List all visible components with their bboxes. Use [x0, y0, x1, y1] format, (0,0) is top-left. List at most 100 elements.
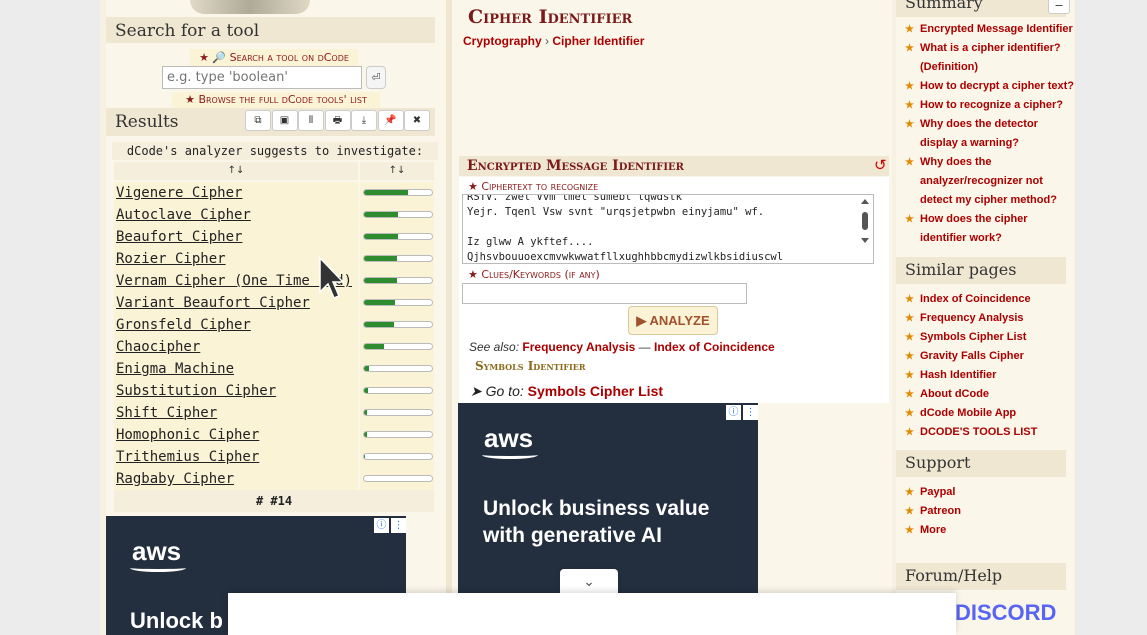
result-row: Chaocipher — [114, 336, 434, 358]
see-also-frequency-analysis[interactable]: Frequency Analysis — [522, 340, 635, 354]
similar-heading: Similar pages — [896, 257, 1066, 284]
support-item[interactable]: Patreon — [905, 502, 1075, 521]
summary-item[interactable]: How to decrypt a cipher text? — [905, 77, 1075, 96]
result-link[interactable]: Gronsfeld Cipher — [114, 314, 358, 336]
discord-logo[interactable]: DISCORD — [955, 600, 1056, 626]
result-row: Gronsfeld Cipher — [114, 314, 434, 336]
result-link[interactable]: Substitution Cipher — [114, 380, 358, 402]
emi-heading: Encrypted Message Identifier — [459, 156, 889, 176]
summary-item[interactable]: Encrypted Message Identifier — [905, 20, 1075, 39]
score-bar — [363, 365, 433, 372]
result-score — [360, 358, 434, 380]
result-score — [360, 468, 434, 490]
score-bar — [363, 475, 433, 482]
keywords-input[interactable] — [462, 283, 747, 304]
browse-tools-link[interactable]: ★ Browse the full dCode tools' list — [172, 92, 380, 108]
reset-icon[interactable]: ↺ — [874, 156, 887, 174]
result-score — [360, 248, 434, 270]
ad-menu-icon[interactable]: ⋮ — [743, 405, 758, 420]
score-bar — [363, 431, 433, 438]
summary-item[interactable]: Why does the detector display a warning? — [905, 115, 1075, 153]
score-bar — [363, 409, 433, 416]
pin-button[interactable]: 📌 — [377, 110, 404, 131]
score-bar-fill — [364, 190, 408, 195]
similar-item[interactable]: DCODE'S TOOLS LIST — [905, 423, 1075, 442]
similar-item[interactable]: Hash Identifier — [905, 366, 1075, 385]
result-score — [360, 182, 434, 204]
ad-info-icon[interactable]: ⓘ — [726, 405, 741, 420]
result-score — [360, 314, 434, 336]
score-bar-fill — [364, 432, 368, 437]
result-link[interactable]: Enigma Machine — [114, 358, 358, 380]
sort-name-header[interactable]: ↑↓ — [114, 162, 358, 180]
similar-item[interactable]: Symbols Cipher List — [905, 328, 1075, 347]
similar-item[interactable]: Frequency Analysis — [905, 309, 1075, 328]
summary-item[interactable]: How to recognize a cipher? — [905, 96, 1075, 115]
result-row: Homophonic Cipher — [114, 424, 434, 446]
download-button[interactable]: ⤓ — [351, 110, 377, 131]
columns-button[interactable]: ⫴ — [298, 110, 324, 131]
summary-item[interactable]: Why does the analyzer/recognizer not det… — [905, 153, 1075, 210]
result-score — [360, 336, 434, 358]
result-link[interactable]: Beaufort Cipher — [114, 226, 358, 248]
ciphertext-line: Yejr. Tqenl Vsw svnt "urqsjetpwbn einyja… — [467, 206, 765, 218]
result-link[interactable]: Autoclave Cipher — [114, 204, 358, 226]
breadcrumb: Cryptography › Cipher Identifier — [463, 34, 644, 48]
close-button[interactable]: ✖ — [404, 110, 430, 131]
support-item[interactable]: More — [905, 521, 1075, 540]
search-submit-button[interactable]: ⏎ — [366, 66, 386, 89]
analyze-button[interactable]: ▶ ANALYZE — [628, 306, 718, 335]
aws-logo: aws — [484, 423, 534, 453]
score-bar — [363, 453, 433, 460]
score-bar — [363, 343, 433, 350]
print-button[interactable]: 🖶 — [324, 110, 351, 131]
result-score — [360, 402, 434, 424]
aws-smile-icon — [130, 564, 186, 572]
consent-bar — [228, 593, 956, 635]
summary-item[interactable]: What is a cipher identifier? (Definition… — [905, 39, 1075, 77]
similar-item[interactable]: dCode Mobile App — [905, 404, 1075, 423]
search-tool-link[interactable]: ★ 🔎 Search a tool on dCode — [190, 49, 358, 66]
see-also-dash: — — [638, 340, 651, 354]
result-link[interactable]: Homophonic Cipher — [114, 424, 358, 446]
similar-item[interactable]: Index of Coincidence — [905, 290, 1075, 309]
symbols-identifier-link[interactable]: Symbols Identifier — [475, 359, 586, 373]
similar-item[interactable]: Gravity Falls Cipher — [905, 347, 1075, 366]
ad-info-icon[interactable]: ⓘ — [374, 518, 389, 533]
sort-score-header[interactable]: ↑↓ — [360, 162, 434, 180]
ad-menu-icon[interactable]: ⋮ — [391, 518, 406, 533]
result-row: Vigenere Cipher — [114, 182, 434, 204]
keywords-label: ★ Clues/Keywords (if any) — [468, 268, 600, 281]
result-link[interactable]: Chaocipher — [114, 336, 358, 358]
goto-symbols-cipher-list[interactable]: Symbols Cipher List — [528, 383, 663, 399]
results-toolbar: ⧉ ▣ ⫴ 🖶 ⤓ 📌 ✖ — [245, 110, 431, 131]
see-also-index-of-coincidence[interactable]: Index of Coincidence — [654, 340, 775, 354]
breadcrumb-cryptography[interactable]: Cryptography — [463, 34, 542, 48]
result-link[interactable]: Vigenere Cipher — [114, 182, 358, 204]
result-row: Shift Cipher — [114, 402, 434, 424]
copy-button[interactable]: ⧉ — [245, 110, 271, 131]
screenshot-button[interactable]: ▣ — [271, 110, 298, 131]
ad-headline: Unlock business value with generative AI — [483, 497, 710, 547]
result-link[interactable]: Trithemius Cipher — [114, 446, 358, 468]
ad-controls: ⓘ ⋮ — [726, 405, 758, 420]
score-bar — [363, 387, 433, 394]
textarea-scrollbar[interactable] — [860, 198, 870, 258]
search-input[interactable] — [162, 66, 362, 89]
similar-item[interactable]: About dCode — [905, 385, 1075, 404]
search-tool-heading: Search for a tool — [106, 17, 435, 43]
result-score — [360, 446, 434, 468]
support-item[interactable]: Paypal — [905, 483, 1075, 502]
collapse-button[interactable]: − — [1048, 0, 1070, 14]
results-count: # #14 — [114, 490, 434, 512]
result-row: Variant Beaufort Cipher — [114, 292, 434, 314]
result-row: Beaufort Cipher — [114, 226, 434, 248]
breadcrumb-cipher-identifier[interactable]: Cipher Identifier — [552, 34, 644, 48]
ciphertext-line — [467, 220, 869, 235]
result-score — [360, 204, 434, 226]
summary-item[interactable]: How does the cipher identifier work? — [905, 210, 1075, 248]
ciphertext-textarea[interactable]: RSTV. zwel Vvm lmel sumebt lqwdstk Yejr. … — [462, 194, 874, 264]
consent-expand-tab[interactable]: ⌄ — [560, 569, 618, 595]
result-link[interactable]: Shift Cipher — [114, 402, 358, 424]
result-link[interactable]: Ragbaby Cipher — [114, 468, 358, 490]
